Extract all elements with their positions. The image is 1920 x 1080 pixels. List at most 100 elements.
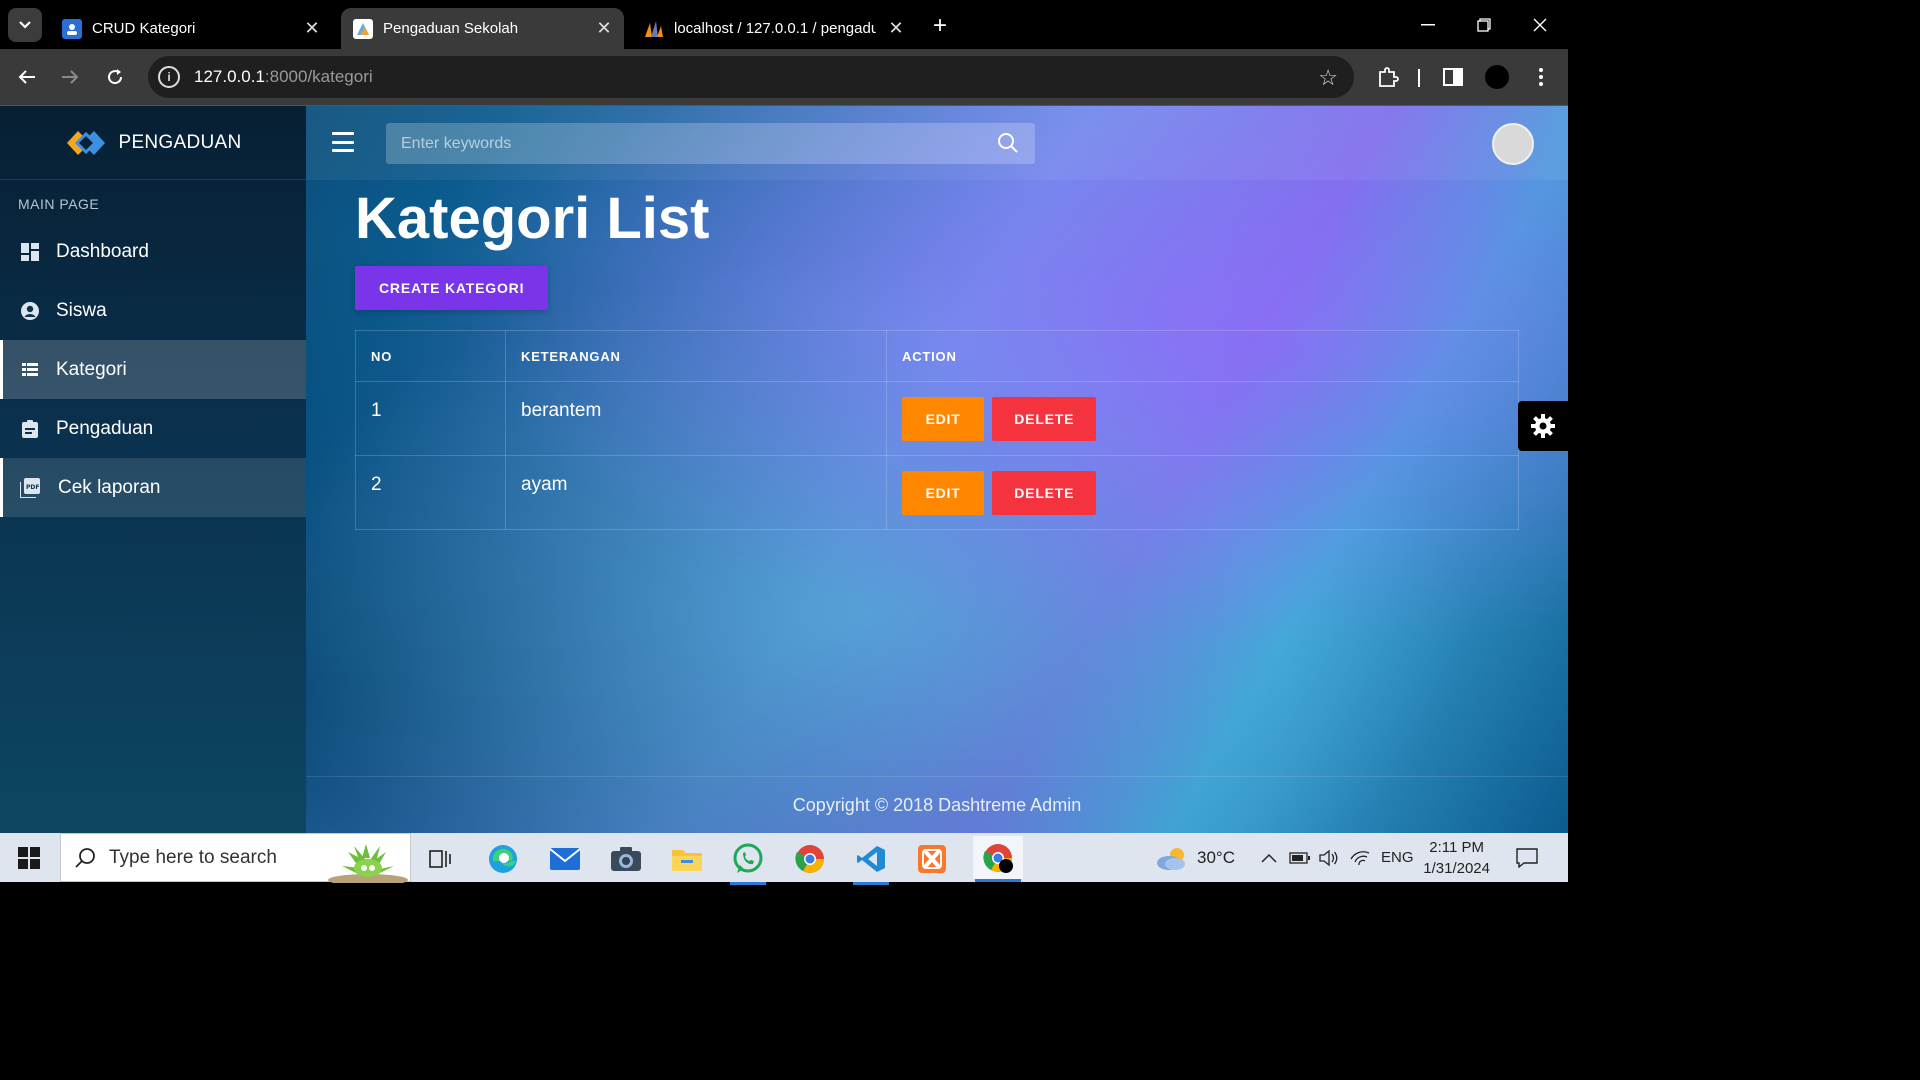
side-panel-button[interactable] xyxy=(1437,61,1469,93)
volume-icon[interactable] xyxy=(1319,833,1339,882)
running-indicator xyxy=(853,882,889,885)
search-icon xyxy=(75,847,95,868)
input-language[interactable]: ENG xyxy=(1381,833,1414,882)
chrome-icon[interactable] xyxy=(973,836,1023,882)
notifications-icon[interactable] xyxy=(1516,833,1538,882)
extensions-button[interactable] xyxy=(1372,61,1404,93)
edge-icon[interactable] xyxy=(483,839,523,879)
back-button[interactable] xyxy=(11,61,43,93)
windows-taskbar: Type here to search 30°C ENG 2:11 PM 1/3… xyxy=(0,833,1568,885)
contact-icon xyxy=(62,18,82,39)
show-hidden-icons[interactable] xyxy=(1261,833,1277,882)
search-input[interactable] xyxy=(386,123,1035,164)
cell-keterangan: ayam xyxy=(505,455,887,530)
sidebar-item-kategori[interactable]: Kategori xyxy=(0,340,306,399)
brand-name: PENGADUAN xyxy=(118,131,242,153)
system-clock[interactable]: 2:11 PM 1/31/2024 xyxy=(1423,837,1490,879)
toolbar-divider xyxy=(1418,69,1420,87)
running-indicator xyxy=(975,879,1021,882)
reload-button[interactable] xyxy=(99,61,131,93)
wifi-icon[interactable] xyxy=(1350,833,1370,882)
weather-widget[interactable]: 30°C xyxy=(1155,833,1235,882)
browser-tab-strip: CRUD Kategori ✕ Pengaduan Sekolah ✕ loca… xyxy=(0,0,1568,49)
sidebar-item-dashboard[interactable]: Dashboard xyxy=(0,222,306,281)
mail-icon[interactable] xyxy=(545,839,585,879)
menu-toggle-icon[interactable] xyxy=(332,132,354,152)
sidebar: PENGADUAN MAIN PAGE Dashboard Siswa Kate… xyxy=(0,106,306,833)
windows-start-icon[interactable] xyxy=(18,847,40,869)
chevron-down-icon xyxy=(19,21,31,29)
table-row: 2 ayam EDIT DELETE xyxy=(355,455,1519,530)
edit-button[interactable]: EDIT xyxy=(902,471,984,515)
task-view-icon[interactable] xyxy=(420,839,460,879)
new-tab-button[interactable]: + xyxy=(926,12,954,40)
running-indicator xyxy=(730,882,766,885)
bookmark-star-icon[interactable]: ☆ xyxy=(1318,65,1338,91)
user-avatar[interactable] xyxy=(1492,123,1534,165)
page-title: Kategori List xyxy=(355,186,710,251)
sidebar-item-pengaduan[interactable]: Pengaduan xyxy=(0,399,306,458)
theme-settings-button[interactable] xyxy=(1518,401,1568,451)
file-explorer-icon[interactable] xyxy=(667,839,707,879)
tab-title: localhost / 127.0.0.1 / pengadua xyxy=(674,20,876,37)
table-row: 1 berantem EDIT DELETE xyxy=(355,381,1519,456)
tab-title: CRUD Kategori xyxy=(92,20,196,37)
phpmyadmin-icon xyxy=(644,19,664,39)
gear-icon xyxy=(1531,414,1555,438)
sidebar-item-label: Kategori xyxy=(56,358,127,380)
xampp-icon[interactable] xyxy=(912,839,952,879)
tab-search-button[interactable] xyxy=(8,8,42,42)
brand[interactable]: PENGADUAN xyxy=(0,106,306,180)
column-header-no: NO xyxy=(355,330,506,382)
battery-icon[interactable] xyxy=(1289,833,1311,882)
address-bar[interactable]: i 127.0.0.1:8000/kategori ☆ xyxy=(148,56,1354,98)
delete-button[interactable]: DELETE xyxy=(992,397,1097,441)
cloudy-weather-icon xyxy=(1157,847,1185,870)
copyright-text: Copyright © 2018 Dashtreme Admin xyxy=(792,794,1082,815)
sidebar-item-cek-laporan[interactable]: PDF Cek laporan xyxy=(0,458,306,517)
brand-logo-icon xyxy=(67,130,106,155)
close-window-button[interactable] xyxy=(1520,10,1560,40)
create-kategori-button[interactable]: CREATE KATEGORI xyxy=(355,266,549,310)
vscode-icon[interactable] xyxy=(851,839,891,885)
taskbar-search[interactable]: Type here to search xyxy=(60,833,411,883)
url-text: 127.0.0.1:8000/kategori xyxy=(194,67,373,86)
close-tab-icon[interactable]: ✕ xyxy=(886,18,906,39)
tab-phpmyadmin[interactable]: localhost / 127.0.0.1 / pengadua ✕ xyxy=(632,8,916,49)
svg-text:PDF: PDF xyxy=(26,484,39,491)
user-circle-icon xyxy=(20,301,40,321)
sidebar-item-label: Cek laporan xyxy=(58,476,161,498)
site-favicon-icon xyxy=(353,18,373,39)
pdf-icon: PDF xyxy=(20,477,40,498)
list-icon xyxy=(20,360,40,380)
edit-button[interactable]: EDIT xyxy=(902,397,984,441)
puzzle-icon xyxy=(1379,67,1399,87)
delete-button[interactable]: DELETE xyxy=(992,471,1097,515)
reload-icon xyxy=(108,69,123,85)
table-header-row: NO KETERANGAN ACTION xyxy=(355,330,1519,382)
minimize-button[interactable] xyxy=(1408,10,1448,40)
tab-pengaduan-sekolah[interactable]: Pengaduan Sekolah ✕ xyxy=(341,8,624,49)
column-header-action: ACTION xyxy=(886,330,1519,382)
sidebar-item-siswa[interactable]: Siswa xyxy=(0,281,306,340)
camera-icon[interactable] xyxy=(606,839,646,879)
taskbar-search-text: Type here to search xyxy=(109,846,277,868)
browser-menu-button[interactable] xyxy=(1525,61,1557,93)
cell-no: 2 xyxy=(355,455,506,530)
close-icon xyxy=(1533,18,1547,32)
site-info-icon[interactable]: i xyxy=(158,66,180,88)
forward-button[interactable] xyxy=(54,61,86,93)
restore-button[interactable] xyxy=(1464,10,1504,40)
more-vertical-icon xyxy=(1539,68,1543,86)
profile-button[interactable] xyxy=(1481,61,1513,93)
tab-crud-kategori[interactable]: CRUD Kategori ✕ xyxy=(50,8,332,49)
search-icon[interactable] xyxy=(997,132,1019,159)
clock-time: 2:11 PM xyxy=(1429,839,1484,856)
whatsapp-icon[interactable] xyxy=(728,839,768,885)
sidebar-item-label: Siswa xyxy=(56,299,107,321)
kategori-table: NO KETERANGAN ACTION 1 berantem EDIT DEL… xyxy=(355,330,1519,530)
chrome-canary-icon[interactable] xyxy=(790,839,830,879)
weather-temperature: 30°C xyxy=(1197,847,1235,867)
close-tab-icon[interactable]: ✕ xyxy=(594,18,614,39)
close-tab-icon[interactable]: ✕ xyxy=(302,18,322,39)
